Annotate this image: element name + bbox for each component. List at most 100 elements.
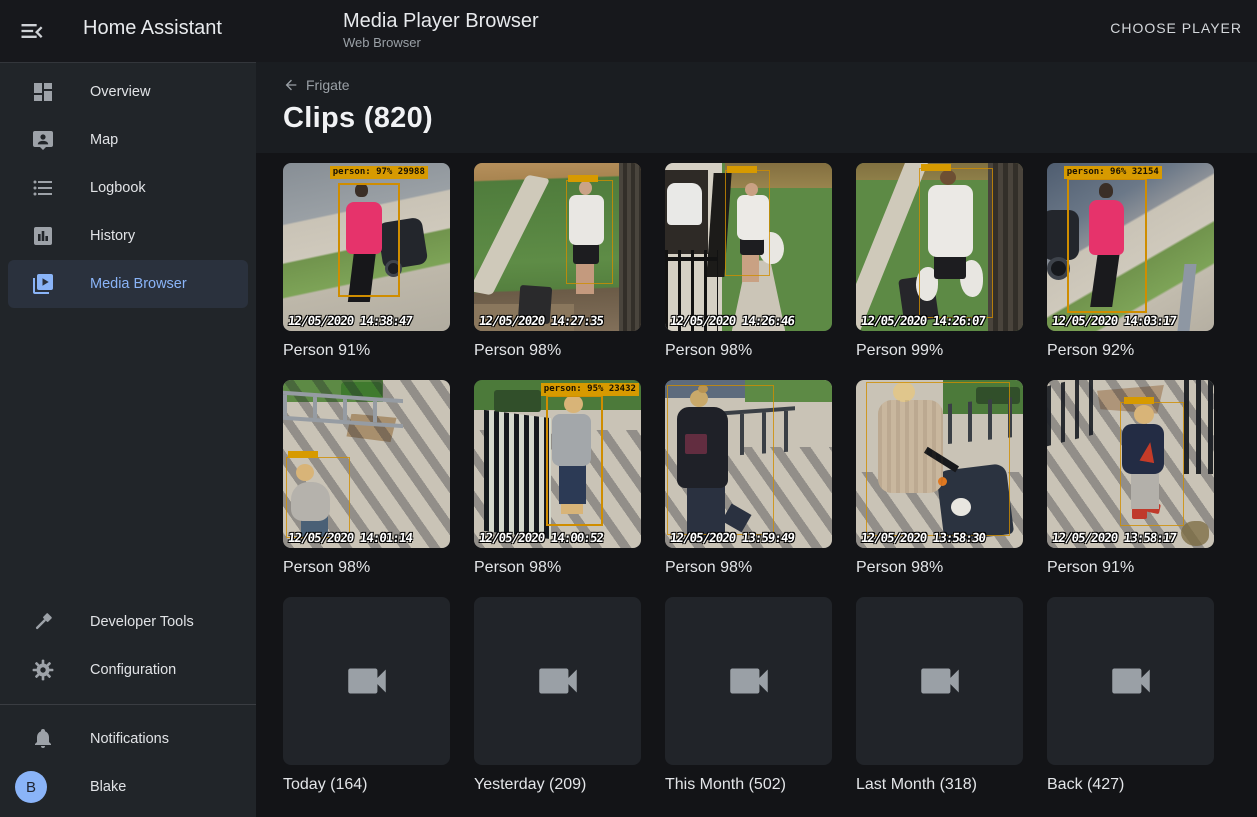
- sidebar-divider: [0, 704, 256, 705]
- sidebar-toggle-button[interactable]: [18, 17, 46, 45]
- clip-caption: Person 98%: [283, 559, 450, 577]
- sidebar: Overview Map Logbook History Media Brows…: [0, 62, 256, 817]
- choose-player-button[interactable]: CHOOSE PLAYER: [1110, 20, 1242, 36]
- sidebar-item-overview[interactable]: Overview: [8, 68, 248, 116]
- burned-in-timestamp: 12/05/2020 13:58:17: [1051, 530, 1177, 545]
- screen-title: Media Player Browser: [343, 9, 539, 33]
- video-camera-icon: [342, 656, 392, 706]
- clip-caption: Person 98%: [474, 559, 641, 577]
- folder-thumbnail: [856, 597, 1023, 765]
- detection-label: person: 97% 29988: [330, 166, 428, 179]
- clip-caption: Person 98%: [474, 342, 641, 360]
- sidebar-item-notifications[interactable]: Notifications: [8, 715, 248, 763]
- clip-card[interactable]: 12/05/2020 14:27:35 Person 98%: [474, 163, 641, 360]
- menu-open-icon: [18, 17, 46, 45]
- folder-thumbnail: [1047, 597, 1214, 765]
- clip-caption: Person 98%: [856, 559, 1023, 577]
- thumbnail-art: [474, 163, 641, 331]
- clip-thumbnail: person: 96% 32154 12/05/2020 14:03:17: [1047, 163, 1214, 331]
- clip-thumbnail: 12/05/2020 13:59:49: [665, 380, 832, 548]
- clip-card[interactable]: person: 97% 29988 12/05/2020 14:38:47 Pe…: [283, 163, 450, 360]
- burned-in-timestamp: 12/05/2020 13:59:49: [669, 530, 795, 545]
- detection-label: [727, 166, 757, 173]
- sidebar-item-logbook[interactable]: Logbook: [8, 164, 248, 212]
- bell-icon: [31, 727, 55, 751]
- detection-bbox: [725, 170, 770, 276]
- clip-thumbnail: 12/05/2020 14:26:46: [665, 163, 832, 331]
- sidebar-item-label: Overview: [90, 84, 150, 100]
- folder-card-yesterday[interactable]: Yesterday (209): [474, 597, 641, 794]
- detection-bbox: [566, 180, 613, 284]
- folder-label: Back (427): [1047, 776, 1214, 794]
- detection-bbox: [286, 457, 349, 538]
- clip-caption: Person 98%: [665, 559, 832, 577]
- avatar: B: [15, 771, 47, 803]
- sidebar-item-developer-tools[interactable]: Developer Tools: [8, 598, 248, 646]
- sidebar-item-profile[interactable]: B Blake: [0, 763, 256, 811]
- detection-bbox: [1120, 402, 1183, 526]
- app-bar: Home Assistant Media Player Browser Web …: [0, 0, 1257, 62]
- play-box-multiple-icon: [31, 272, 55, 296]
- clip-caption: Person 91%: [1047, 559, 1214, 577]
- clip-caption: Person 92%: [1047, 342, 1214, 360]
- breadcrumb-back-frigate[interactable]: Frigate: [283, 77, 350, 93]
- clip-thumbnail: 12/05/2020 14:26:07: [856, 163, 1023, 331]
- folder-card-this-month[interactable]: This Month (502): [665, 597, 832, 794]
- detection-label: [1124, 397, 1154, 404]
- burned-in-timestamp: 12/05/2020 14:01:14: [287, 530, 413, 545]
- detection-label: [288, 451, 318, 458]
- clip-caption: Person 91%: [283, 342, 450, 360]
- clip-card[interactable]: 12/05/2020 14:26:46 Person 98%: [665, 163, 832, 360]
- clip-card[interactable]: 12/05/2020 13:59:49 Person 98%: [665, 380, 832, 577]
- clip-caption: Person 98%: [665, 342, 832, 360]
- folder-card-last-month[interactable]: Last Month (318): [856, 597, 1023, 794]
- burned-in-timestamp: 12/05/2020 14:26:46: [669, 313, 795, 328]
- folder-thumbnail: [474, 597, 641, 765]
- sidebar-item-label: Developer Tools: [90, 614, 194, 630]
- sidebar-item-history[interactable]: History: [8, 212, 248, 260]
- clip-thumbnail: person: 97% 29988 12/05/2020 14:38:47: [283, 163, 450, 331]
- screen-title-block: Media Player Browser Web Browser: [343, 9, 539, 52]
- clip-card[interactable]: 12/05/2020 13:58:30 Person 98%: [856, 380, 1023, 577]
- folder-label: This Month (502): [665, 776, 832, 794]
- gear-icon: [31, 658, 55, 682]
- sidebar-item-label: Notifications: [90, 731, 169, 747]
- clip-thumbnail: 12/05/2020 14:01:14: [283, 380, 450, 548]
- video-camera-icon: [1106, 656, 1156, 706]
- clips-grid: person: 97% 29988 12/05/2020 14:38:47 Pe…: [256, 153, 1257, 794]
- user-name: Blake: [90, 779, 126, 795]
- detection-label: person: 96% 32154: [1064, 166, 1162, 179]
- clip-card[interactable]: person: 96% 32154 12/05/2020 14:03:17 Pe…: [1047, 163, 1214, 360]
- folder-thumbnail: [665, 597, 832, 765]
- page-header: Frigate Clips (820): [256, 62, 1257, 153]
- clip-card[interactable]: 12/05/2020 13:58:17 Person 91%: [1047, 380, 1214, 577]
- burned-in-timestamp: 12/05/2020 14:27:35: [478, 313, 604, 328]
- sidebar-item-media-browser[interactable]: Media Browser: [8, 260, 248, 308]
- sidebar-item-label: Configuration: [90, 662, 176, 678]
- detection-bbox: [919, 168, 992, 318]
- sidebar-item-label: Logbook: [90, 180, 146, 196]
- folder-card-back[interactable]: Back (427): [1047, 597, 1214, 794]
- sidebar-item-configuration[interactable]: Configuration: [8, 646, 248, 694]
- map-account-icon: [31, 128, 55, 152]
- clip-card[interactable]: 12/05/2020 14:26:07 Person 99%: [856, 163, 1023, 360]
- clip-caption: Person 99%: [856, 342, 1023, 360]
- detection-bbox: [667, 385, 774, 535]
- detection-label: person: 95% 23432: [541, 383, 639, 396]
- video-camera-icon: [724, 656, 774, 706]
- video-camera-icon: [915, 656, 965, 706]
- arrow-left-icon: [283, 77, 299, 93]
- folder-card-today[interactable]: Today (164): [283, 597, 450, 794]
- list-bulleted-icon: [31, 176, 55, 200]
- page-title: Clips (820): [283, 102, 1233, 135]
- detection-label: [568, 175, 598, 182]
- clip-card[interactable]: 12/05/2020 14:01:14 Person 98%: [283, 380, 450, 577]
- screen-subtitle: Web Browser: [343, 34, 539, 52]
- clip-card[interactable]: person: 95% 23432 12/05/2020 14:00:52 Pe…: [474, 380, 641, 577]
- sidebar-item-label: History: [90, 228, 135, 244]
- clip-thumbnail: person: 95% 23432 12/05/2020 14:00:52: [474, 380, 641, 548]
- sidebar-item-map[interactable]: Map: [8, 116, 248, 164]
- folder-label: Yesterday (209): [474, 776, 641, 794]
- sidebar-item-label: Map: [90, 132, 118, 148]
- sidebar-item-label: Media Browser: [90, 276, 187, 292]
